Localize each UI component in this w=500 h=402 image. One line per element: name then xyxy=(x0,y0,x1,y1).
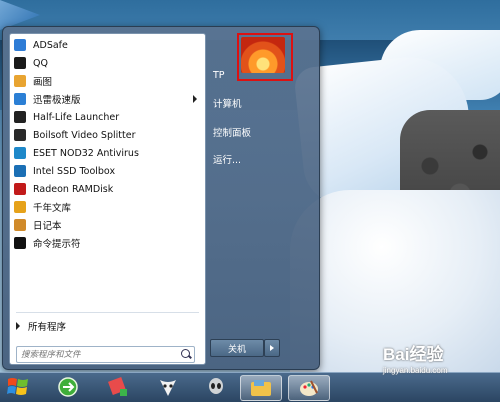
baidu-watermark: Bai经验 jingyan.baidu.com xyxy=(383,340,495,375)
program-label: 画图 xyxy=(33,77,53,88)
program-label: QQ xyxy=(33,57,48,69)
arrow-right-icon xyxy=(16,322,20,330)
shutdown-label: 关机 xyxy=(227,344,246,355)
diary-icon xyxy=(14,219,26,231)
taskbar-app-icon[interactable] xyxy=(98,375,138,399)
program-item[interactable]: Half-Life Launcher xyxy=(10,108,205,126)
program-item[interactable]: 画图 xyxy=(10,72,205,90)
cmd-icon xyxy=(14,237,26,249)
xunlei-icon xyxy=(14,93,26,105)
right-item-run[interactable]: 运行... xyxy=(209,151,313,166)
watermark-url: jingyan.baidu.com xyxy=(383,366,448,375)
program-label: 日记本 xyxy=(33,221,62,232)
program-label: 命令提示符 xyxy=(33,239,81,250)
taskbar-paint-icon[interactable] xyxy=(288,375,330,401)
program-item[interactable]: 千年文库 xyxy=(10,198,205,216)
right-item-user[interactable]: TP xyxy=(209,68,313,83)
start-menu: ADSafe QQ 画图迅雷极速版 Half-Life Launcher Boilsof… xyxy=(2,26,320,370)
program-label: 迅雷极速版 xyxy=(33,95,81,106)
program-item[interactable]: ADSafe xyxy=(10,36,205,54)
search-box[interactable] xyxy=(16,346,195,363)
all-programs-label: 所有程序 xyxy=(28,322,67,333)
shutdown-button[interactable]: 关机 xyxy=(210,339,264,357)
program-label: Half-Life Launcher xyxy=(33,111,120,123)
program-label: ADSafe xyxy=(33,39,68,51)
paint-icon xyxy=(14,75,26,87)
program-label: Intel SSD Toolbox xyxy=(33,165,116,177)
radeon-icon xyxy=(14,183,26,195)
program-item[interactable]: QQ xyxy=(10,54,205,72)
program-item[interactable]: ESET NOD32 Antivirus xyxy=(10,144,205,162)
eset-icon xyxy=(14,147,26,159)
program-item[interactable]: 迅雷极速版 xyxy=(10,90,205,108)
start-menu-programs-pane: ADSafe QQ 画图迅雷极速版 Half-Life Launcher Boilsof… xyxy=(9,33,206,365)
intel-icon xyxy=(14,165,26,177)
program-item[interactable]: Intel SSD Toolbox xyxy=(10,162,205,180)
program-list: ADSafe QQ 画图迅雷极速版 Half-Life Launcher Boilsof… xyxy=(10,36,205,252)
program-label: Boilsoft Video Splitter xyxy=(33,129,136,141)
program-label: Radeon RAMDisk xyxy=(33,183,114,195)
program-item[interactable]: 命令提示符 xyxy=(10,234,205,252)
qq-penguin-icon xyxy=(14,57,26,69)
right-item-control-panel[interactable]: 控制面板 xyxy=(209,124,313,139)
program-label: 千年文库 xyxy=(33,203,72,214)
watermark-logo-text: Bai经验 xyxy=(383,345,444,364)
shutdown-options-button[interactable] xyxy=(264,339,280,357)
all-programs-button[interactable]: 所有程序 xyxy=(16,318,66,334)
search-input[interactable] xyxy=(17,348,171,361)
library-icon xyxy=(14,201,26,213)
program-item[interactable]: Boilsoft Video Splitter xyxy=(10,126,205,144)
taskbar xyxy=(0,372,500,402)
program-label: ESET NOD32 Antivirus xyxy=(33,147,139,159)
video-splitter-icon xyxy=(14,129,26,141)
right-item-computer[interactable]: 计算机 xyxy=(209,95,313,110)
start-button[interactable] xyxy=(4,374,32,400)
half-life-icon xyxy=(14,111,26,123)
program-item[interactable]: 日记本 xyxy=(10,216,205,234)
program-item[interactable]: Radeon RAMDisk xyxy=(10,180,205,198)
submenu-arrow-icon xyxy=(193,95,197,103)
taskbar-explorer-icon[interactable] xyxy=(240,375,282,401)
taskbar-browser-icon[interactable] xyxy=(48,375,88,399)
taskbar-alien-icon[interactable] xyxy=(148,375,188,399)
adsafe-shield-icon xyxy=(14,39,26,51)
separator xyxy=(16,312,199,313)
windows-logo-icon xyxy=(7,378,28,395)
taskbar-alienware-icon[interactable] xyxy=(196,375,236,399)
search-icon[interactable] xyxy=(181,349,190,358)
